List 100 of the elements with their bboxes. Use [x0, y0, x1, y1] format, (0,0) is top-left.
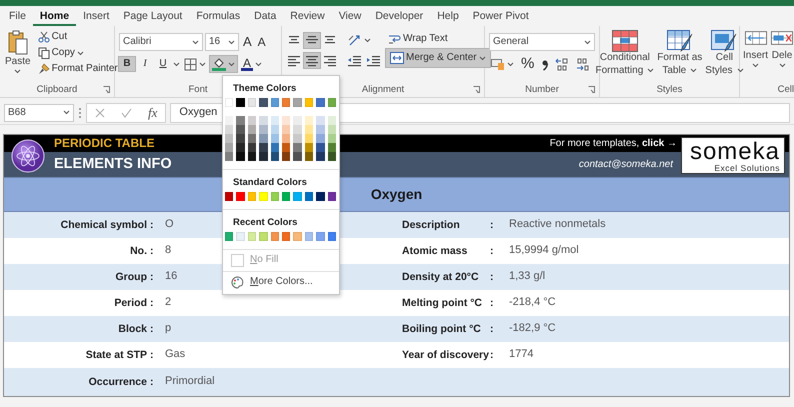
color-swatch[interactable] — [236, 116, 245, 125]
orientation-button[interactable] — [346, 33, 373, 48]
color-swatch[interactable] — [270, 98, 279, 107]
field-value: p — [164, 322, 172, 336]
ribbon-tab[interactable]: Page Layout — [116, 6, 190, 26]
colon: : — [149, 218, 154, 232]
ribbon-tab[interactable]: File — [2, 6, 33, 26]
color-swatch[interactable] — [293, 192, 302, 201]
font-size-dropdown[interactable]: 16 — [205, 33, 239, 51]
cancel-icon[interactable] — [95, 108, 105, 118]
brand-logo[interactable]: someka Excel Solutions — [681, 137, 785, 174]
format-painter-button[interactable]: Format Painter — [36, 62, 120, 76]
name-box[interactable]: B68 — [4, 104, 74, 122]
font-color-button[interactable]: A — [239, 56, 264, 72]
ribbon-tab[interactable]: Data — [247, 6, 284, 26]
ribbon-tab[interactable]: Help — [430, 6, 466, 26]
color-swatch[interactable] — [259, 192, 268, 201]
align-right-icon — [324, 54, 336, 67]
color-swatch[interactable] — [316, 192, 325, 201]
shrink-font-button[interactable]: A — [256, 34, 268, 50]
ribbon-button[interactable]: Dele — [770, 30, 794, 83]
color-swatch[interactable] — [304, 98, 314, 107]
color-swatch[interactable] — [248, 98, 256, 107]
color-swatch[interactable] — [224, 232, 234, 241]
format-toggle[interactable]: B — [119, 57, 135, 71]
color-swatch[interactable] — [282, 192, 290, 201]
insert-function-button[interactable]: fx — [148, 104, 158, 120]
color-swatch[interactable] — [259, 116, 268, 125]
format-toggle[interactable]: I — [137, 57, 153, 71]
color-swatch[interactable] — [248, 232, 256, 241]
align-button[interactable] — [304, 53, 320, 68]
launcher-icon[interactable] — [473, 86, 480, 93]
promo-text: For more templates, click → — [550, 138, 677, 150]
field-value: Reactive nonmetals — [508, 218, 606, 232]
color-swatch[interactable] — [270, 232, 279, 241]
caret-icon — [228, 62, 235, 66]
borders-button[interactable] — [182, 56, 208, 72]
ribbon-tab[interactable]: Developer — [368, 6, 430, 26]
color-swatch[interactable] — [248, 192, 256, 201]
ribbon-tab[interactable]: Insert — [76, 6, 116, 26]
ribbon-tab[interactable]: View — [332, 6, 368, 26]
accounting-button[interactable] — [489, 57, 516, 71]
insert-cells-icon — [744, 30, 766, 46]
color-swatch[interactable] — [236, 192, 245, 201]
launcher-icon[interactable] — [588, 86, 595, 93]
color-swatch[interactable] — [248, 116, 256, 125]
decrease-indent-button[interactable] — [346, 53, 363, 68]
ribbon-button[interactable]: Conditional Formatting — [594, 30, 656, 83]
color-swatch[interactable] — [304, 232, 314, 241]
align-button[interactable] — [286, 53, 302, 68]
color-swatch[interactable] — [224, 192, 234, 201]
color-swatch[interactable] — [304, 116, 314, 125]
format-toggle[interactable]: U — [155, 57, 171, 71]
color-swatch[interactable] — [282, 98, 290, 107]
cut-button[interactable]: Cut — [36, 30, 120, 44]
copy-button[interactable]: Copy — [36, 46, 120, 60]
percent-button[interactable]: % — [518, 55, 538, 73]
color-swatch[interactable] — [224, 98, 234, 107]
check-icon[interactable] — [121, 108, 132, 118]
ribbon-tab[interactable]: Power Pivot — [466, 6, 536, 26]
merge-center-button[interactable]: Merge & Center — [386, 49, 490, 67]
ribbon-tab[interactable]: Home — [32, 6, 76, 26]
ribbon-button[interactable]: Insert — [742, 30, 770, 83]
color-swatch[interactable] — [316, 116, 325, 125]
ribbon-tab[interactable]: Formulas — [189, 6, 248, 26]
wrap-text-button[interactable]: Wrap Text — [386, 32, 490, 46]
number-format-dropdown[interactable]: General — [489, 33, 595, 51]
ribbon-button[interactable]: Cell Styles — [704, 30, 745, 83]
color-swatch[interactable] — [282, 232, 290, 241]
color-swatch[interactable] — [328, 232, 336, 241]
color-swatch[interactable] — [270, 116, 279, 125]
color-swatch[interactable] — [304, 192, 314, 201]
align-button[interactable] — [304, 33, 320, 48]
color-swatch[interactable] — [328, 98, 336, 107]
grow-font-button[interactable]: A — [241, 33, 254, 51]
ribbon-button[interactable]: Format as Table — [656, 30, 704, 83]
colon: : — [149, 322, 154, 336]
fill-color-button[interactable] — [210, 56, 237, 72]
color-swatch[interactable] — [224, 116, 234, 125]
paste-button[interactable]: Paste — [4, 30, 32, 83]
more-colors-item[interactable]: More Colors... — [223, 274, 339, 291]
color-swatch[interactable] — [316, 232, 325, 241]
color-swatch[interactable] — [328, 192, 336, 201]
font-name-dropdown[interactable]: Calibri — [119, 33, 203, 51]
color-swatch[interactable] — [270, 192, 279, 201]
caret-icon — [255, 62, 262, 66]
align-button[interactable] — [322, 53, 338, 68]
color-swatch[interactable] — [236, 232, 245, 241]
color-swatch[interactable] — [293, 232, 302, 241]
launcher-icon[interactable] — [103, 86, 110, 93]
color-swatch[interactable] — [293, 98, 302, 107]
color-swatch[interactable] — [282, 116, 290, 125]
increase-indent-button[interactable] — [365, 53, 382, 68]
color-swatch[interactable] — [236, 98, 245, 107]
color-swatch[interactable] — [316, 98, 325, 107]
color-swatch[interactable] — [293, 116, 302, 125]
color-swatch[interactable] — [259, 98, 268, 107]
color-swatch[interactable] — [328, 116, 336, 125]
ribbon-tab[interactable]: Review — [283, 6, 332, 26]
color-swatch[interactable] — [259, 232, 268, 241]
